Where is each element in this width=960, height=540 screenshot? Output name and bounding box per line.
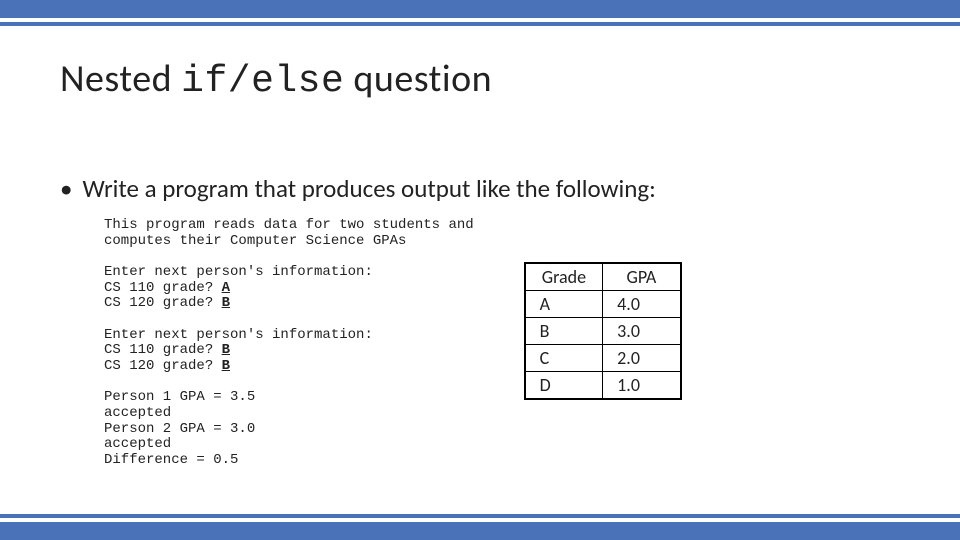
table-cell-gpa: 4.0: [603, 291, 681, 318]
top-accent-bar: [0, 0, 960, 18]
program-output: This program reads data for two students…: [104, 218, 474, 469]
table-cell-grade: B: [525, 318, 603, 345]
out-prompt: CS 110 grade?: [104, 280, 222, 296]
user-input: A: [222, 280, 230, 296]
slide-content: Nested if/else question • Write a progra…: [0, 26, 960, 469]
table-cell-gpa: 3.0: [603, 318, 681, 345]
out-prompt: CS 120 grade?: [104, 358, 222, 374]
bullet-line: • Write a program that produces output l…: [60, 173, 900, 204]
out-line: Enter next person's information:: [104, 327, 373, 343]
out-line: Person 2 GPA = 3.0: [104, 421, 255, 437]
bottom-accent-rule: [0, 514, 960, 518]
table-cell-grade: C: [525, 345, 603, 372]
user-input: B: [222, 342, 230, 358]
out-line: Person 1 GPA = 3.5: [104, 389, 255, 405]
out-line: Enter next person's information:: [104, 264, 373, 280]
out-prompt: CS 120 grade?: [104, 295, 222, 311]
table-cell-grade: D: [525, 372, 603, 400]
table-cell-gpa: 2.0: [603, 345, 681, 372]
sample-area: This program reads data for two students…: [60, 218, 900, 469]
table-row: C 2.0: [525, 345, 681, 372]
gpa-table: Grade GPA A 4.0 B 3.0 C 2.0 D 1.0: [524, 262, 682, 400]
out-line: computes their Computer Science GPAs: [104, 233, 406, 249]
out-line: accepted: [104, 436, 171, 452]
slide-title: Nested if/else question: [60, 56, 900, 103]
title-pre: Nested: [60, 56, 181, 102]
out-line: Difference = 0.5: [104, 452, 238, 468]
user-input: B: [222, 358, 230, 374]
table-header-gpa: GPA: [603, 263, 681, 291]
title-post: question: [344, 56, 492, 102]
bullet-text: Write a program that produces output lik…: [82, 173, 655, 204]
table-row: A 4.0: [525, 291, 681, 318]
table-header-grade: Grade: [525, 263, 603, 291]
bottom-accent-bar: [0, 522, 960, 540]
table-cell-grade: A: [525, 291, 603, 318]
table-cell-gpa: 1.0: [603, 372, 681, 400]
table-row: B 3.0: [525, 318, 681, 345]
title-code: if/else: [181, 60, 344, 103]
out-line: accepted: [104, 405, 171, 421]
user-input: B: [222, 295, 230, 311]
out-prompt: CS 110 grade?: [104, 342, 222, 358]
bullet-dot: •: [60, 173, 72, 204]
table-header-row: Grade GPA: [525, 263, 681, 291]
out-line: This program reads data for two students…: [104, 217, 474, 233]
table-row: D 1.0: [525, 372, 681, 400]
